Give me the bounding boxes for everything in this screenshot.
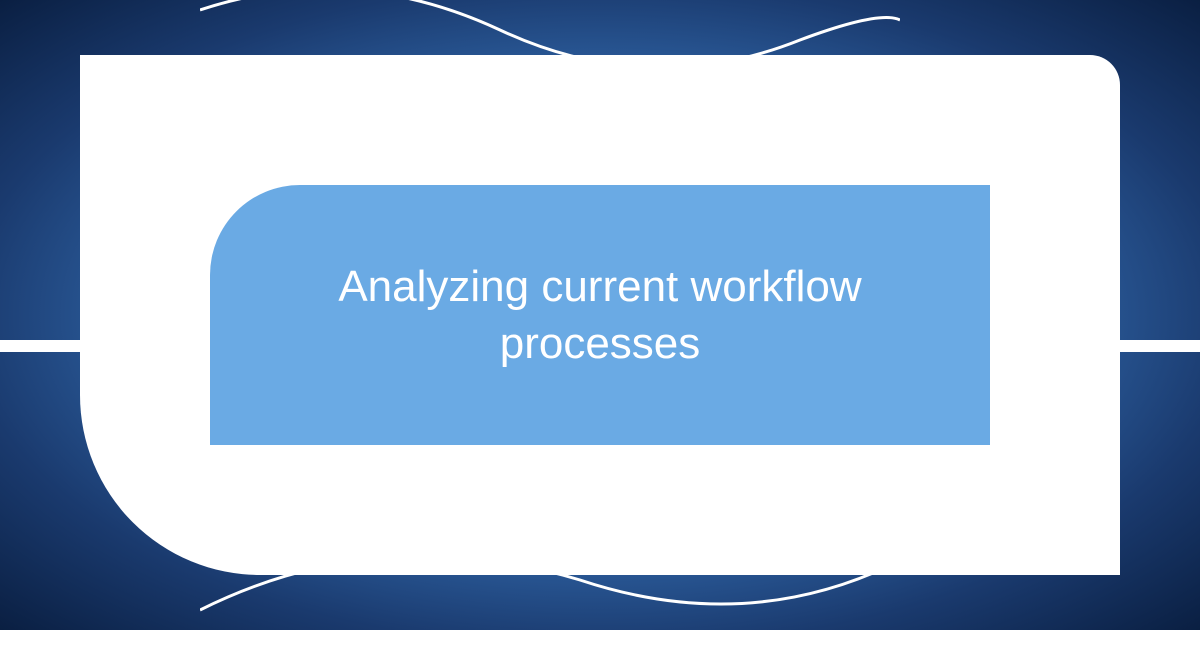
inner-panel: Analyzing current workflow processes bbox=[210, 185, 990, 445]
accent-line-left bbox=[0, 340, 80, 352]
accent-line-right bbox=[1120, 340, 1200, 352]
title-text: Analyzing current workflow processes bbox=[270, 258, 930, 372]
